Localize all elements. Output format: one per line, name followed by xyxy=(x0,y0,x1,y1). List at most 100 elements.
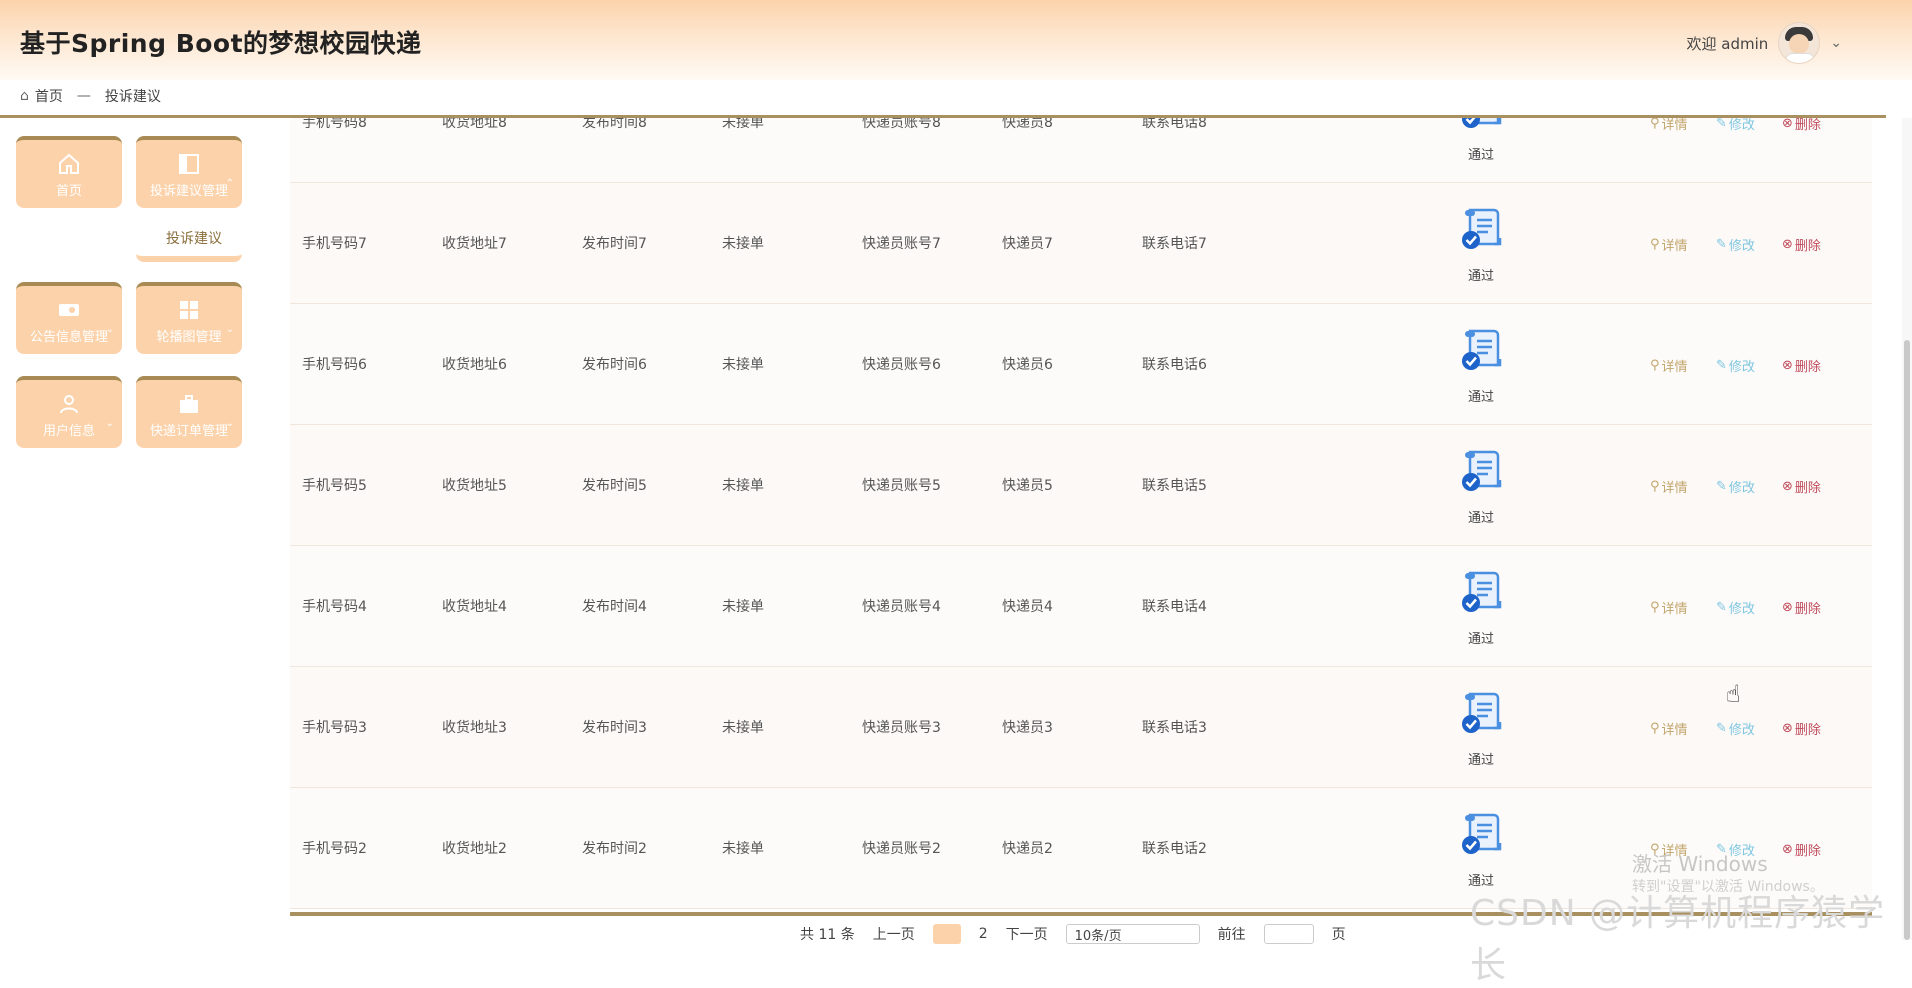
page-size-select[interactable]: 10条/页 xyxy=(1065,924,1200,944)
detail-button[interactable]: ⚲ 详情 xyxy=(1650,598,1688,617)
submenu-item-complaints[interactable]: 投诉建议 xyxy=(166,228,222,248)
document-check-icon xyxy=(1462,571,1502,612)
document-check-icon xyxy=(1462,813,1502,854)
edit-button[interactable]: ✎ 修改 xyxy=(1716,118,1755,133)
edit-button[interactable]: ✎ 修改 xyxy=(1716,356,1755,375)
sidebar-item-users[interactable]: 用户信息 ⌄ xyxy=(16,376,122,448)
document-check-icon xyxy=(1462,118,1502,128)
cell-publish-time: 发布时间7 xyxy=(582,236,647,252)
edit-icon: ✎ xyxy=(1716,237,1727,252)
edit-button[interactable]: ✎ 修改 xyxy=(1716,477,1755,496)
action-label: 详情 xyxy=(1661,723,1688,738)
sidebar-item-announcements[interactable]: 公告信息管理 ⌄ xyxy=(16,282,122,354)
sidebar-item-carousel[interactable]: 轮播图管理 ⌄ xyxy=(136,282,242,354)
cell-contact: 联系电话7 xyxy=(1142,236,1207,252)
search-icon: ⚲ xyxy=(1650,237,1660,252)
search-icon: ⚲ xyxy=(1650,118,1660,131)
complaints-table: 手机号码8 收货地址8 发布时间8 未接单 快递员账号8 快递员8 联系电话8 通过 ⚲ 详情 ✎ 修… xyxy=(290,118,1872,910)
table-row: 手机号码5 收货地址5 发布时间5 未接单 快递员账号5 快递员5 联系电话5 通过 ⚲ 详情 ✎ 修… xyxy=(290,425,1872,546)
delete-button[interactable]: ⊗ 删除 xyxy=(1782,477,1821,496)
search-icon: ⚲ xyxy=(1650,358,1660,373)
close-circle-icon: ⊗ xyxy=(1782,600,1793,615)
detail-button[interactable]: ⚲ 详情 xyxy=(1650,356,1688,375)
close-circle-icon: ⊗ xyxy=(1782,237,1793,252)
delete-button[interactable]: ⊗ 删除 xyxy=(1782,719,1821,738)
audit-status-label: 通过 xyxy=(1468,390,1495,405)
delete-button[interactable]: ⊗ 删除 xyxy=(1782,598,1821,617)
toggle-icon xyxy=(59,304,79,316)
action-label: 详情 xyxy=(1661,118,1688,133)
cell-status: 未接单 xyxy=(722,478,764,494)
page-1-button[interactable] xyxy=(932,924,961,944)
audit-status-label: 通过 xyxy=(1468,148,1495,163)
detail-button[interactable]: ⚲ 详情 xyxy=(1650,118,1688,133)
action-label: 删除 xyxy=(1794,239,1821,254)
avatar[interactable] xyxy=(1778,22,1821,64)
cell-publish-time: 发布时间2 xyxy=(582,841,647,857)
sidebar-item-orders[interactable]: 快递订单管理 ⌄ xyxy=(136,376,242,448)
detail-button[interactable]: ⚲ 详情 xyxy=(1650,719,1688,738)
action-label: 详情 xyxy=(1661,602,1688,617)
table-row: 手机号码7 收货地址7 发布时间7 未接单 快递员账号7 快递员7 联系电话7 通过 ⚲ 详情 ✎ 修… xyxy=(290,183,1872,304)
cell-phone: 手机号码8 xyxy=(302,118,367,131)
grid-icon xyxy=(180,301,198,319)
cell-contact: 联系电话2 xyxy=(1142,841,1207,857)
cell-courier: 快递员7 xyxy=(1002,236,1053,252)
close-circle-icon: ⊗ xyxy=(1782,842,1793,857)
home-icon xyxy=(59,153,79,174)
sidebar-item-label: 首页 xyxy=(55,184,82,199)
edit-icon: ✎ xyxy=(1716,479,1727,494)
action-label: 详情 xyxy=(1661,239,1688,254)
goto-input[interactable] xyxy=(1263,924,1314,944)
breadcrumb-home[interactable]: 首页 xyxy=(35,86,63,106)
audit-status-label: 通过 xyxy=(1468,753,1495,768)
delete-button[interactable]: ⊗ 删除 xyxy=(1782,840,1821,859)
next-page-button[interactable]: 下一页 xyxy=(1006,924,1048,944)
cell-status: 未接单 xyxy=(722,357,764,373)
edit-button[interactable]: ✎ 修改 xyxy=(1716,235,1755,254)
cell-phone: 手机号码2 xyxy=(302,841,367,857)
sidebar-item-complaints[interactable]: 投诉建议管理 ⌃ xyxy=(136,136,242,208)
cell-status: 未接单 xyxy=(722,841,764,857)
cell-publish-time: 发布时间6 xyxy=(582,357,647,373)
table-row: 手机号码4 收货地址4 发布时间4 未接单 快递员账号4 快递员4 联系电话4 通过 ⚲ 详情 ✎ 修… xyxy=(290,546,1872,667)
search-icon: ⚲ xyxy=(1650,479,1660,494)
cell-courier: 快递员8 xyxy=(1002,118,1053,131)
cell-phone: 手机号码3 xyxy=(302,720,367,736)
csdn-watermark: CSDN @计算机程序猿学长 xyxy=(1470,893,1886,986)
cell-address: 收货地址3 xyxy=(442,720,507,736)
user-menu[interactable]: 欢迎 admin ⌄ xyxy=(1686,22,1842,64)
delete-button[interactable]: ⊗ 删除 xyxy=(1782,356,1821,375)
audit-status-label: 通过 xyxy=(1468,632,1495,647)
detail-button[interactable]: ⚲ 详情 xyxy=(1650,477,1688,496)
delete-button[interactable]: ⊗ 删除 xyxy=(1782,118,1821,133)
sidebar-item-home[interactable]: 首页 xyxy=(16,136,122,208)
cell-courier-account: 快递员账号3 xyxy=(862,720,941,736)
cell-address: 收货地址2 xyxy=(442,841,507,857)
scrollbar-thumb[interactable] xyxy=(1904,340,1910,940)
action-label: 修改 xyxy=(1728,481,1755,496)
edit-button[interactable]: ✎ 修改 xyxy=(1716,598,1755,617)
delete-button[interactable]: ⊗ 删除 xyxy=(1782,235,1821,254)
page-unit-label: 页 xyxy=(1331,927,1346,943)
action-label: 详情 xyxy=(1661,481,1688,496)
top-header: 基于Spring Boot的梦想校园快递 欢迎 admin ⌄ xyxy=(0,0,1912,80)
cell-status: 未接单 xyxy=(722,720,764,736)
action-label: 删除 xyxy=(1794,360,1821,375)
briefcase-icon xyxy=(180,395,198,413)
cell-phone: 手机号码4 xyxy=(302,599,367,615)
edit-icon: ✎ xyxy=(1716,721,1727,736)
audit-status-label: 通过 xyxy=(1468,511,1495,526)
cell-contact: 联系电话3 xyxy=(1142,720,1207,736)
cell-courier: 快递员5 xyxy=(1002,478,1053,494)
chevron-down-icon[interactable]: ⌄ xyxy=(1830,35,1842,51)
prev-page-button[interactable]: 上一页 xyxy=(873,924,915,944)
cell-address: 收货地址7 xyxy=(442,236,507,252)
cell-phone: 手机号码7 xyxy=(302,236,367,252)
pagination-total: 共 11 条 xyxy=(800,927,855,943)
app-title: 基于Spring Boot的梦想校园快递 xyxy=(20,29,422,58)
goto-label: 前往 xyxy=(1217,927,1246,943)
detail-button[interactable]: ⚲ 详情 xyxy=(1650,235,1688,254)
edit-button[interactable]: ✎ 修改 xyxy=(1716,719,1755,738)
table-row: 手机号码3 收货地址3 发布时间3 未接单 快递员账号3 快递员3 联系电话3 通过 ⚲ 详情 ✎ 修… xyxy=(290,667,1872,788)
